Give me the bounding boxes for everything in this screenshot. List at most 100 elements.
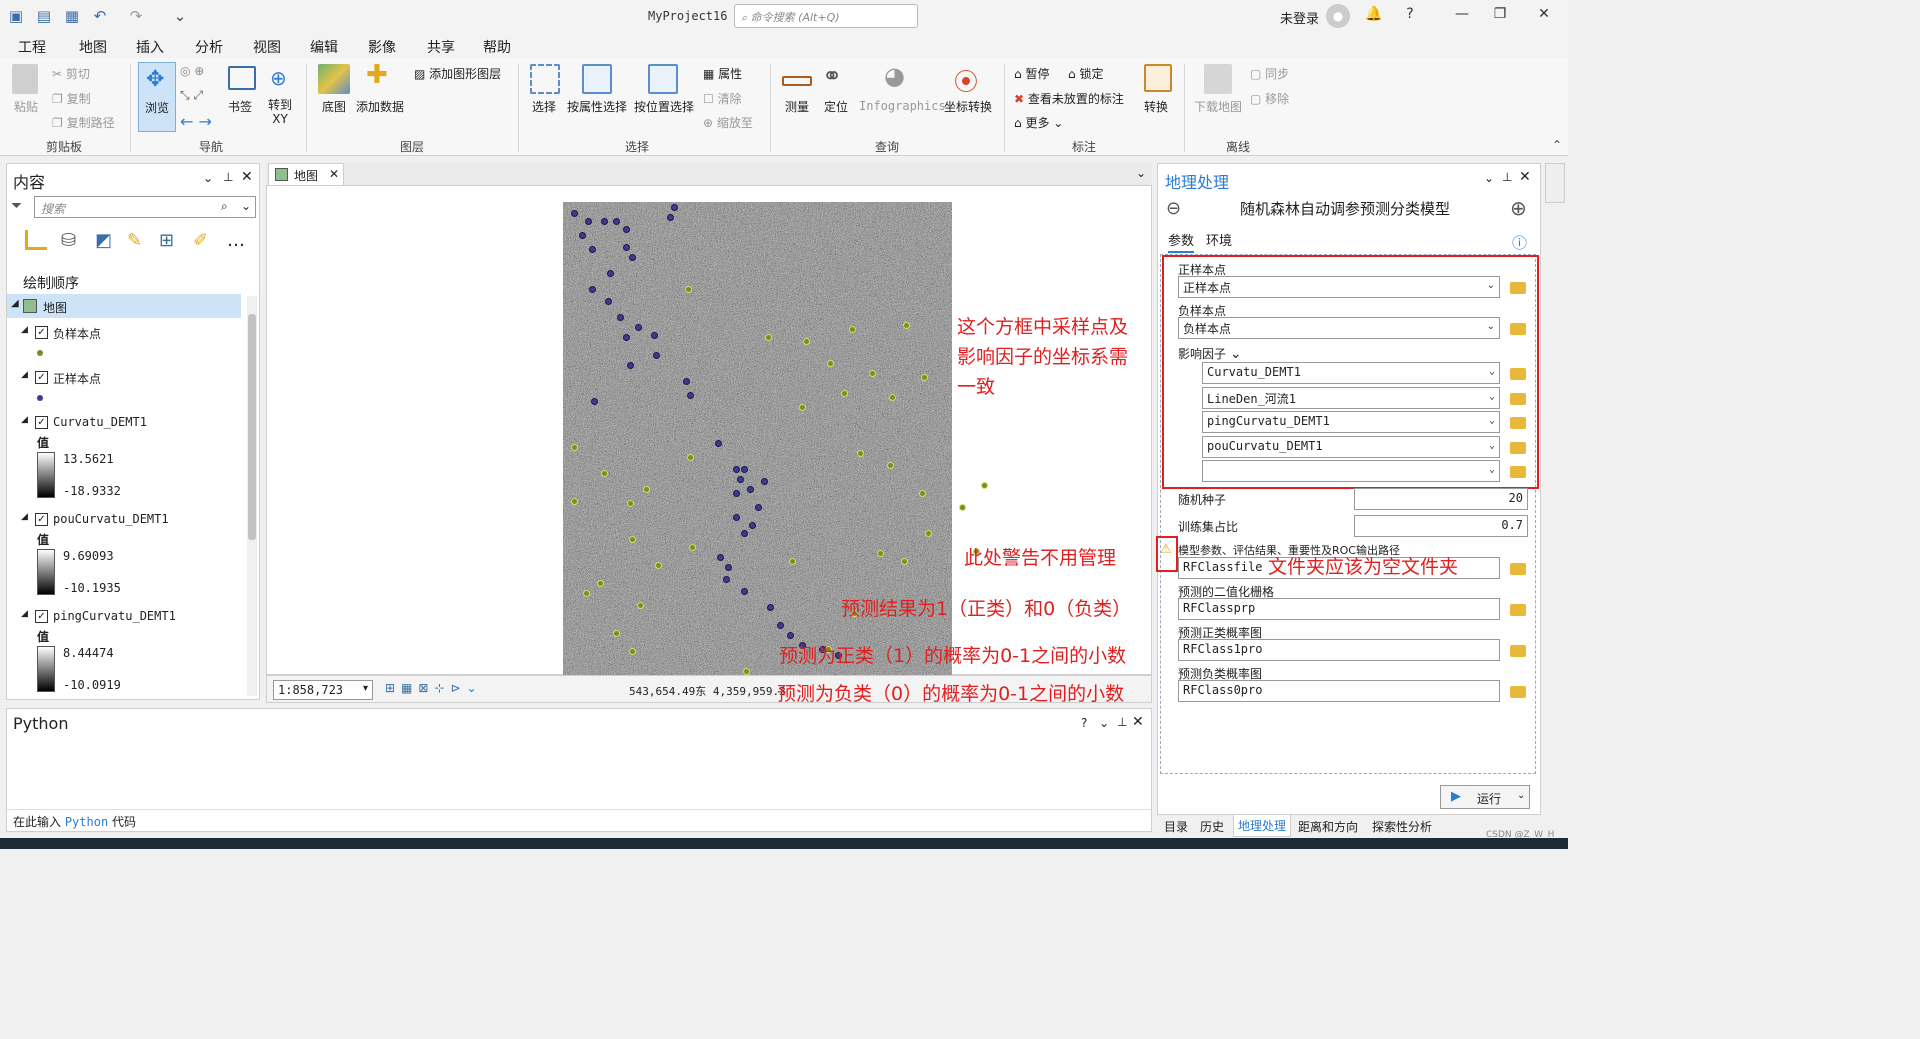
visibility-checkbox[interactable]: ✓ (35, 610, 48, 623)
layer-item[interactable]: ◢ ✓ 负样本点 (7, 322, 243, 344)
minimize-button[interactable]: — (1450, 6, 1474, 26)
tab-map-view[interactable]: 地图 ✕ (268, 163, 344, 185)
folder-icon[interactable] (1510, 466, 1526, 478)
chevron-down-icon[interactable]: ⌄ (1136, 166, 1146, 180)
tab-help[interactable]: 帮助 (483, 37, 511, 57)
convert-labels-button[interactable]: 转换 (1144, 98, 1168, 115)
tab-geoprocessing[interactable]: 地理处理 (1233, 815, 1292, 837)
bookmarks-button[interactable]: 书签 (228, 98, 252, 115)
select-button[interactable]: 选择 (532, 98, 556, 115)
pane-options-icon[interactable]: ⌄ (203, 171, 213, 185)
collapse-icon[interactable]: ◢ (21, 415, 28, 425)
clear-selection-button[interactable]: ☐ 清除 (703, 90, 742, 107)
folder-icon[interactable] (1510, 441, 1526, 454)
maximize-button[interactable]: ❐ (1488, 6, 1512, 26)
avatar[interactable]: ● (1326, 4, 1350, 28)
save-icon[interactable]: ▦ (62, 6, 82, 26)
measure-button[interactable]: 测量 (785, 98, 809, 115)
new-project-icon[interactable]: ▣ (6, 6, 26, 26)
folder-icon[interactable] (1510, 604, 1526, 616)
goto-xy-button[interactable]: 转到 XY (268, 98, 292, 126)
pos-samples-select[interactable]: 正样本点 ⌄ (1178, 276, 1500, 298)
close-button[interactable]: ✕ (1532, 6, 1556, 26)
pin-icon[interactable]: ⊥ (1117, 715, 1127, 729)
explore-button[interactable]: ✥ 浏览 (138, 62, 176, 132)
user-status[interactable]: 未登录 (1280, 8, 1319, 27)
help-icon[interactable]: ⓘ (1512, 232, 1527, 253)
close-icon[interactable]: ✕ (329, 167, 339, 181)
copy-button[interactable]: ❐ 复制 (52, 90, 91, 107)
factor-select[interactable]: pingCurvatu_DEMT1 ⌄ (1202, 411, 1500, 433)
list-by-selection-icon[interactable]: ◩ (95, 230, 112, 251)
run-button[interactable]: ▶ 运行 ⌄ (1440, 785, 1530, 809)
train-ratio-input[interactable]: 0.7 (1354, 515, 1528, 537)
collapse-icon[interactable]: ◢ (21, 370, 28, 380)
neg-samples-select[interactable]: 负样本点 ⌄ (1178, 317, 1500, 339)
coordinate-conversion-button[interactable]: 坐标转换 (944, 98, 992, 115)
list-by-source-icon[interactable]: ⛁ (61, 230, 76, 251)
more-icon[interactable]: … (227, 230, 245, 251)
close-pane-icon[interactable]: ✕ (1519, 169, 1531, 185)
layer-item[interactable]: ◢ ✓ 正样本点 (7, 367, 243, 389)
sync-button[interactable]: ▢ 同步 (1250, 65, 1289, 82)
collapse-icon[interactable]: ◢ (21, 325, 28, 335)
tab-insert[interactable]: 插入 (136, 37, 164, 57)
map-tools-icon[interactable]: ⊞▦⊠⊹⊳⌄ (385, 681, 483, 695)
view-unplaced-button[interactable]: ✖ 查看未放置的标注 (1014, 90, 1124, 107)
toc-map-item[interactable]: ◢ 地图 (7, 294, 241, 318)
tab-edit[interactable]: 编辑 (310, 37, 338, 57)
list-by-drawing-order-icon[interactable] (25, 230, 47, 250)
back-icon[interactable]: ⊖ (1166, 198, 1181, 219)
map-view[interactable]: 这个方框中采样点及 影响因子的坐标系需 一致 此处警告不用管理 预测结果为1（正… (266, 185, 1152, 677)
add-icon[interactable]: ⊕ (1510, 196, 1527, 220)
tab-parameters[interactable]: 参数 (1168, 230, 1195, 253)
command-search-input[interactable]: ⌕ 命令搜索 (Alt+Q) (734, 4, 918, 28)
lock-labels-button[interactable]: ⌂ 锁定 (1068, 65, 1103, 82)
folder-icon[interactable] (1510, 417, 1526, 429)
help-icon[interactable]: ? (1081, 716, 1087, 730)
contents-scrollbar[interactable] (247, 296, 257, 696)
folder-icon[interactable] (1510, 645, 1526, 657)
notification-icon[interactable]: 🔔 (1362, 6, 1386, 26)
pin-icon[interactable]: ⊥ (1502, 170, 1512, 184)
add-graphics-layer-button[interactable]: ▨ 添加图形图层 (414, 65, 501, 82)
prev-next-extent-icon[interactable]: ← → (180, 112, 212, 131)
zoom-to-selection-button[interactable]: ⊕ 缩放至 (703, 114, 753, 131)
undo-icon[interactable]: ↶ (90, 6, 110, 26)
select-by-location-button[interactable]: 按位置选择 (634, 98, 694, 115)
folder-icon[interactable] (1510, 282, 1526, 294)
visibility-checkbox[interactable]: ✓ (35, 416, 48, 429)
attributes-button[interactable]: ▦ 属性 (703, 65, 742, 82)
copy-path-button[interactable]: ❐ 复制路径 (52, 114, 115, 131)
contents-search-input[interactable]: 搜索 ⌕ ⌄ (34, 196, 256, 218)
factor-select[interactable]: Curvatu_DEMT1 ⌄ (1202, 362, 1500, 384)
side-pane-tab[interactable] (1545, 163, 1565, 203)
pin-icon[interactable]: ⊥ (223, 170, 233, 184)
folder-icon[interactable] (1510, 323, 1526, 335)
filter-icon[interactable]: ⏷ (11, 198, 22, 214)
list-by-editing-icon[interactable]: ✎ (127, 230, 142, 251)
visibility-checkbox[interactable]: ✓ (35, 513, 48, 526)
pos-prob-input[interactable]: RFClass1pro (1178, 639, 1500, 661)
visibility-checkbox[interactable]: ✓ (35, 326, 48, 339)
tab-project[interactable]: 工程 (18, 37, 46, 57)
collapse-icon[interactable]: ◢ (21, 609, 28, 619)
tab-view[interactable]: 视图 (253, 37, 281, 57)
customize-qat-icon[interactable]: ⌄ (170, 6, 190, 26)
more-labels-button[interactable]: ⌂ 更多 ⌄ (1014, 114, 1063, 131)
factor-select[interactable]: pouCurvatu_DEMT1 ⌄ (1202, 435, 1500, 458)
tab-distance-direction[interactable]: 距离和方向 (1298, 818, 1358, 835)
close-pane-icon[interactable]: ✕ (241, 169, 253, 185)
select-by-attributes-button[interactable]: 按属性选择 (567, 98, 627, 115)
factor-select[interactable]: ⌄ (1202, 460, 1500, 482)
pane-options-icon[interactable]: ⌄ (1484, 171, 1494, 185)
download-map-button[interactable]: 下载地图 (1194, 98, 1242, 115)
collapse-icon[interactable]: ◢ (11, 298, 19, 309)
tab-history[interactable]: 历史 (1200, 818, 1224, 835)
layer-item[interactable]: ◢ ✓ pouCurvatu_DEMT1 (7, 509, 243, 531)
list-by-labeling-icon[interactable]: ✐ (193, 230, 208, 251)
collapse-icon[interactable]: ◢ (21, 512, 28, 522)
remove-offline-button[interactable]: ▢ 移除 (1250, 90, 1289, 107)
layer-item[interactable]: ◢ ✓ Curvatu_DEMT1 (7, 412, 243, 434)
tab-catalog[interactable]: 目录 (1164, 818, 1188, 835)
